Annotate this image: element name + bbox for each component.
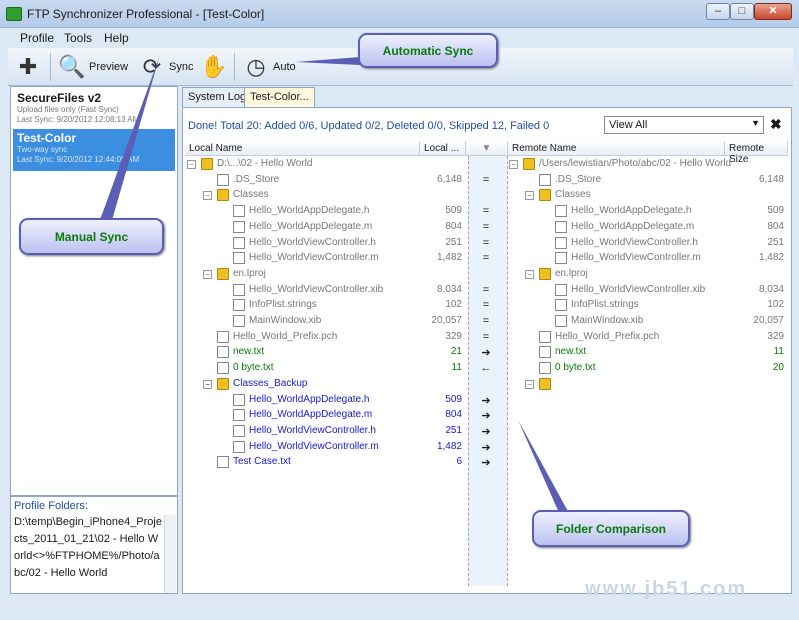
automatic-sync-pointer [296, 57, 360, 65]
folder-comparison-pointer [518, 420, 570, 515]
watermark: www.jb51.com [585, 578, 748, 600]
automatic-sync-callout: Automatic Sync [358, 33, 498, 68]
manual-sync-pointer [100, 55, 160, 220]
folder-comparison-callout: Folder Comparison [532, 510, 690, 547]
manual-sync-callout: Manual Sync [19, 218, 164, 255]
